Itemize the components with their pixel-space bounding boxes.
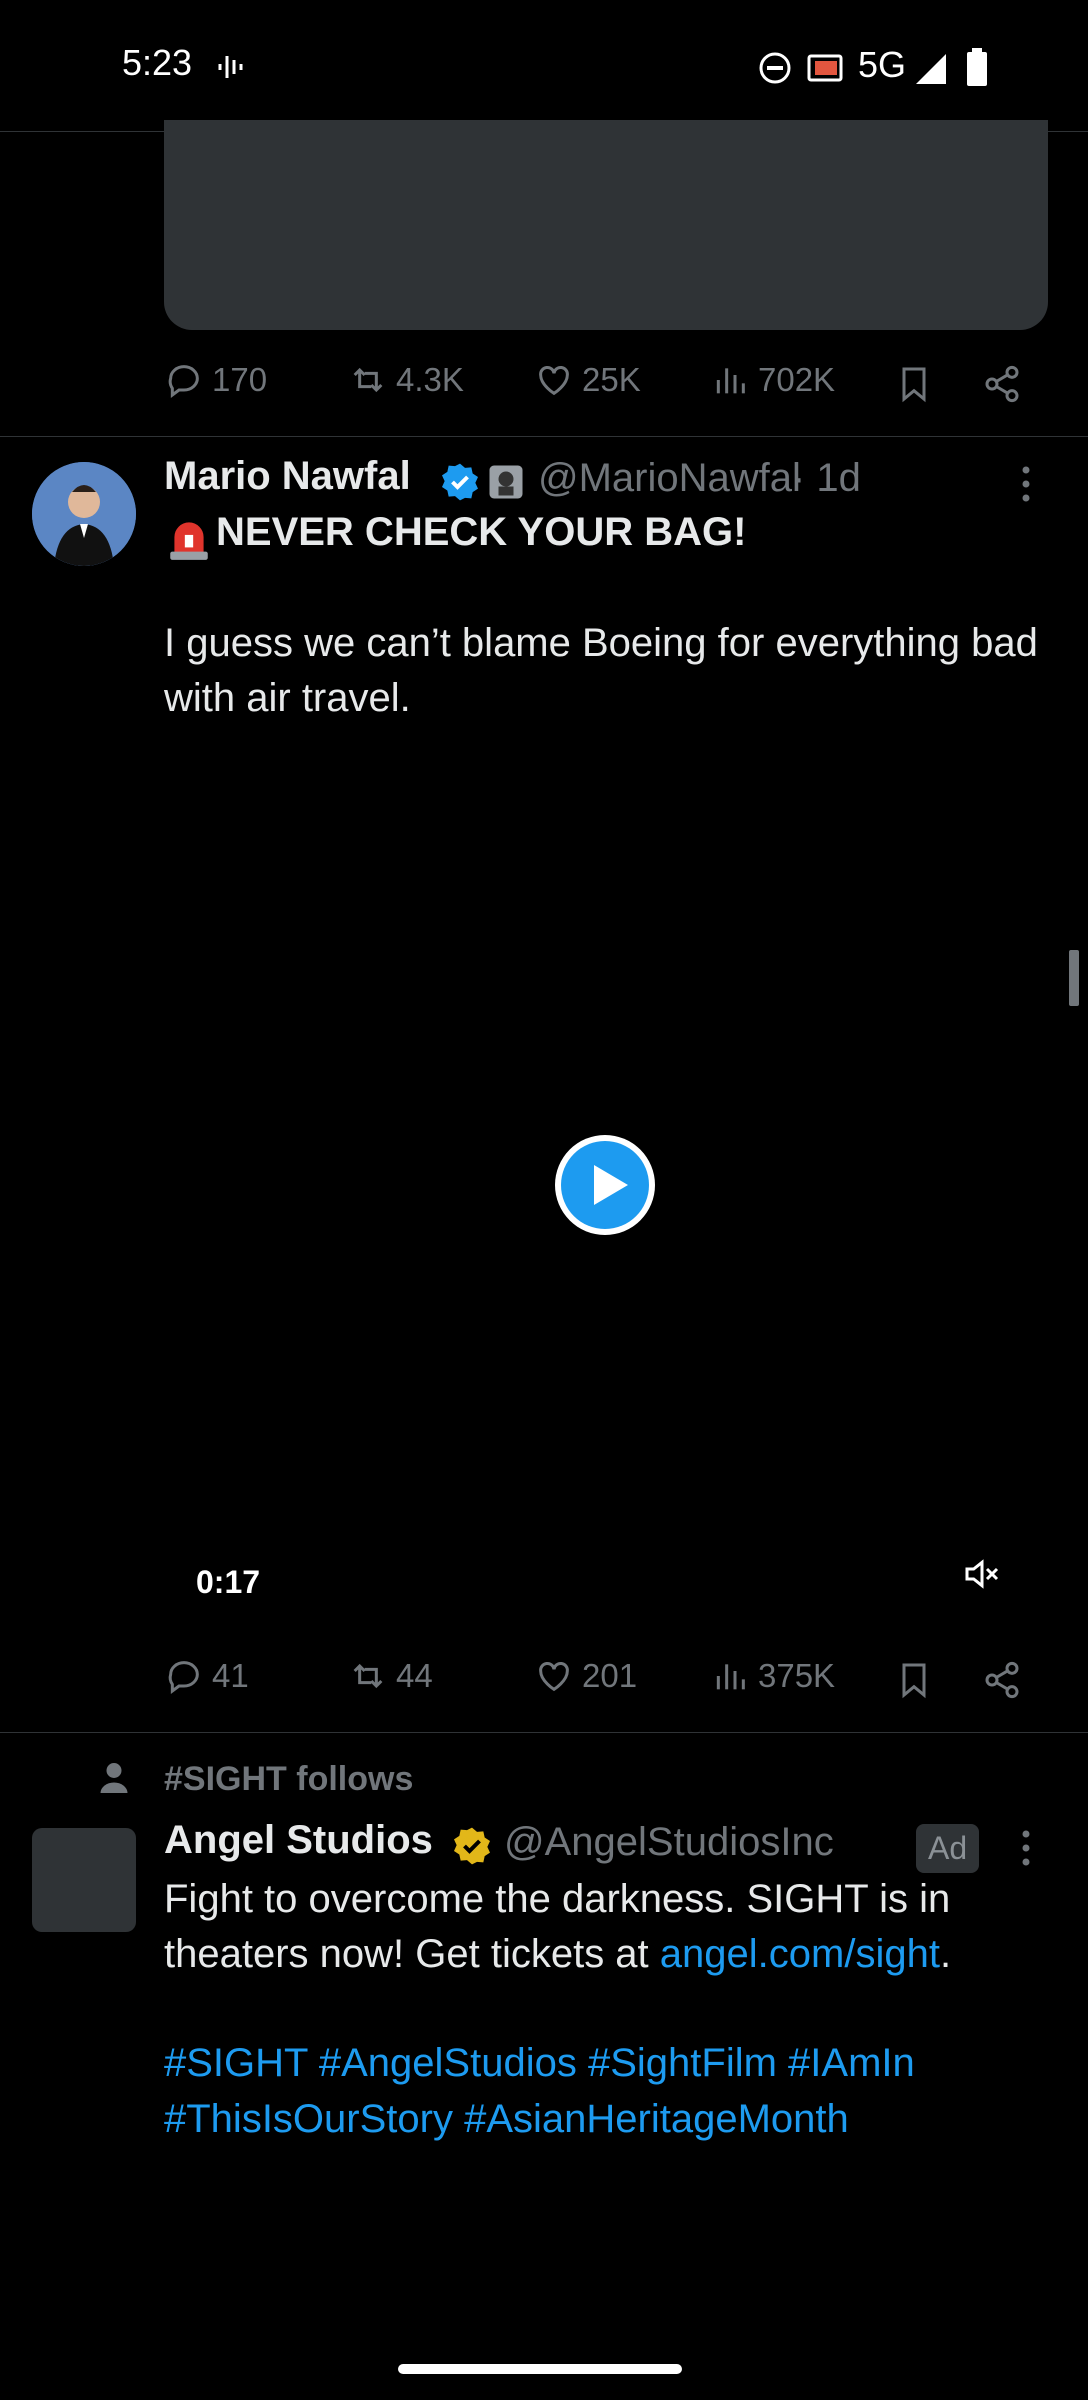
gold-verified-badge-icon <box>454 1827 490 1865</box>
avatar[interactable] <box>32 462 136 566</box>
ad-body-end: . <box>939 1932 952 1976</box>
reply-button[interactable]: 170 <box>164 360 267 400</box>
reply-button[interactable]: 41 <box>164 1656 249 1696</box>
ad-body: Fight to overcome the darkness. SIGHT is… <box>164 1872 1048 1982</box>
repost-icon <box>353 1663 383 1689</box>
post1-actions: 170 4.3K 25K 702K <box>164 360 1048 410</box>
person-icon <box>100 1763 128 1793</box>
social-context[interactable]: #SIGHT follows <box>164 1760 413 1799</box>
like-button[interactable]: 25K <box>534 360 641 400</box>
affiliate-badge-icon <box>489 465 523 499</box>
views-count: 702K <box>758 361 836 398</box>
cast-icon <box>807 54 843 82</box>
signal-icon <box>916 54 946 84</box>
more-options-icon[interactable] <box>1016 1828 1036 1868</box>
video-duration: 0:17 <box>196 1564 261 1600</box>
play-icon[interactable] <box>552 1132 658 1238</box>
heart-icon <box>539 366 569 396</box>
repost-icon <box>353 367 383 393</box>
status-bar: 5:23 5G <box>0 0 1088 132</box>
avatar-image <box>32 462 136 566</box>
verified-badge-icon <box>442 463 478 501</box>
post-body: I guess we can’t blame Boeing for everyt… <box>164 621 1038 720</box>
battery-icon <box>967 48 987 86</box>
like-count: 201 <box>582 1657 638 1694</box>
like-button[interactable]: 201 <box>534 1656 637 1696</box>
views-count: 375K <box>758 1657 836 1694</box>
like-count: 25K <box>582 361 641 398</box>
reply-count: 170 <box>212 361 268 398</box>
post-divider <box>0 1732 1088 1733</box>
views-button[interactable]: 702K <box>710 360 835 400</box>
hashtag-link[interactable]: #IAmIn <box>788 2041 915 2085</box>
author-handle[interactable]: @MarioNawfal <box>538 456 801 501</box>
advertiser-name[interactable]: Angel Studios <box>164 1818 433 1863</box>
advertiser-avatar[interactable] <box>32 1828 136 1932</box>
reply-icon <box>168 1661 199 1694</box>
repost-button[interactable]: 44 <box>348 1656 433 1696</box>
repost-count: 4.3K <box>396 361 464 398</box>
share-icon[interactable] <box>982 1658 1022 1702</box>
post-divider <box>0 436 1088 437</box>
repost-count: 44 <box>396 1657 433 1694</box>
network-label: 5G <box>858 44 907 85</box>
reply-count: 41 <box>212 1657 249 1694</box>
views-icon <box>716 368 745 394</box>
views-button[interactable]: 375K <box>710 1656 835 1696</box>
heart-icon <box>539 1662 569 1692</box>
mute-icon[interactable] <box>962 1554 1002 1594</box>
bookmark-icon[interactable] <box>894 362 934 406</box>
author-name[interactable]: Mario Nawfal <box>164 454 411 499</box>
share-icon[interactable] <box>982 362 1022 406</box>
home-gesture-bar[interactable] <box>398 2364 682 2374</box>
status-time: 5:23 <box>122 42 193 83</box>
siren-icon <box>170 522 208 560</box>
bookmark-icon[interactable] <box>894 1658 934 1702</box>
scrollbar-thumb[interactable] <box>1069 950 1079 1006</box>
hashtag-link[interactable]: #SIGHT <box>164 2041 308 2085</box>
repost-button[interactable]: 4.3K <box>348 360 464 400</box>
post1-media[interactable] <box>164 120 1048 330</box>
hashtags-line-2: #ThisIsOurStory #AsianHeritageMonth <box>164 2092 1048 2147</box>
reply-icon <box>168 365 199 398</box>
post-age: · 1d <box>792 456 861 500</box>
post2-actions: 41 44 201 375K <box>164 1656 1048 1706</box>
hashtag-link[interactable]: #AngelStudios <box>319 2041 577 2085</box>
hashtag-link[interactable]: #AsianHeritageMonth <box>464 2097 849 2141</box>
video-player[interactable]: 0:17 <box>164 730 1048 1610</box>
hashtag-link[interactable]: #ThisIsOurStory <box>164 2097 453 2141</box>
post-headline: NEVER CHECK YOUR BAG! <box>216 510 747 554</box>
voice-activity-icon <box>218 56 243 78</box>
advertiser-handle[interactable]: @AngelStudiosInc <box>504 1820 834 1865</box>
hashtags-line-1: #SIGHT #AngelStudios #SightFilm #IAmIn <box>164 2036 1048 2091</box>
more-options-icon[interactable] <box>1016 464 1036 504</box>
views-icon <box>716 1664 745 1690</box>
ad-badge: Ad <box>916 1824 980 1873</box>
ad-link[interactable]: angel.com/sight <box>660 1932 940 1976</box>
hashtag-link[interactable]: #SightFilm <box>588 2041 777 2085</box>
do-not-disturb-icon <box>759 52 791 84</box>
